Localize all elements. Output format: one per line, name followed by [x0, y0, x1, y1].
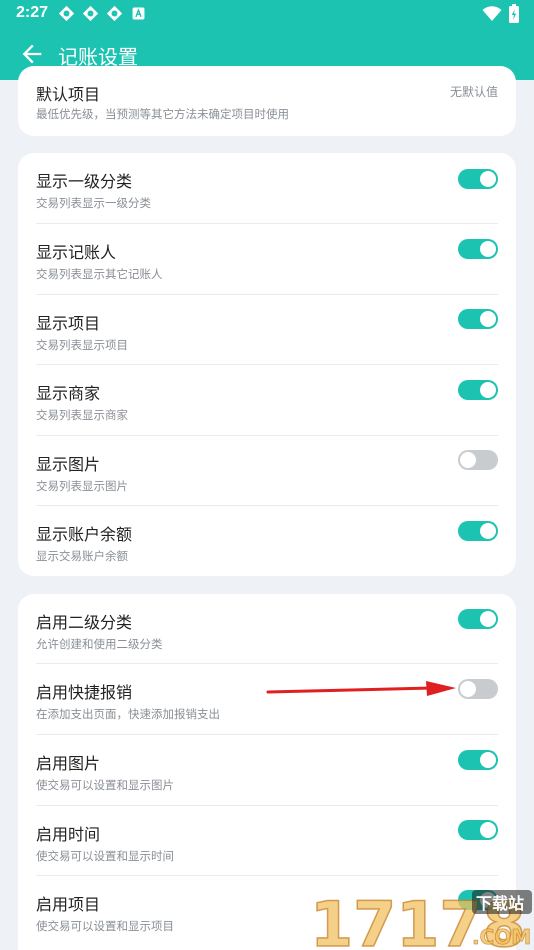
setting-title: 默认项目: [36, 85, 101, 104]
setting-row-enable-time[interactable]: 启用时间 使交易可以设置和显示时间: [18, 806, 516, 876]
setting-subtitle: 使交易可以设置和显示项目: [36, 919, 174, 933]
setting-title: 显示图片: [36, 455, 101, 474]
setting-value: 无默认值: [449, 85, 498, 99]
toggle-switch[interactable]: [458, 820, 498, 840]
app-notification-icon: [82, 5, 99, 22]
switch-knob: [480, 171, 496, 187]
back-arrow-icon[interactable]: [18, 40, 46, 68]
setting-title: 显示记账人: [36, 243, 117, 262]
setting-title: 显示一级分类: [36, 172, 133, 191]
setting-row-enable-subcategory[interactable]: 启用二级分类 允许创建和使用二级分类: [18, 594, 516, 664]
setting-title: 启用二级分类: [36, 613, 133, 632]
toggle-switch[interactable]: [458, 609, 498, 629]
setting-subtitle: 交易列表显示其它记账人: [36, 267, 163, 281]
toggle-switch[interactable]: [458, 521, 498, 541]
svg-text:下载站: 下载站: [476, 894, 524, 913]
setting-subtitle: 显示交易账户余额: [36, 549, 128, 563]
setting-subtitle: 交易列表显示图片: [36, 479, 128, 493]
switch-knob: [480, 611, 496, 627]
app-notification-icon: [58, 5, 75, 22]
setting-title: 显示项目: [36, 314, 101, 333]
switch-knob: [480, 311, 496, 327]
battery-icon: [509, 4, 519, 23]
setting-row-default-project[interactable]: 默认项目 最低优先级，当预测等其它方法未确定项目时使用 无默认值: [18, 66, 516, 136]
setting-title: 启用图片: [36, 754, 101, 773]
status-bar: 2:27: [0, 0, 534, 28]
default-project-card: 默认项目 最低优先级，当预测等其它方法未确定项目时使用 无默认值: [18, 66, 516, 136]
setting-row-show-bookkeeper[interactable]: 显示记账人 交易列表显示其它记账人: [18, 224, 516, 294]
wifi-icon: [482, 6, 502, 21]
setting-subtitle: 使交易可以设置和显示时间: [36, 849, 174, 863]
setting-subtitle: 允许创建和使用二级分类: [36, 637, 163, 651]
setting-title: 启用快捷报销: [36, 683, 133, 702]
annotation-arrow-icon: [266, 681, 456, 696]
svg-text:.COM: .COM: [472, 925, 531, 949]
setting-title: 启用时间: [36, 825, 101, 844]
setting-title: 显示账户余额: [36, 525, 133, 544]
setting-row-show-balance[interactable]: 显示账户余额 显示交易账户余额: [18, 506, 516, 576]
toggle-switch[interactable]: [458, 750, 498, 770]
switch-knob: [480, 382, 496, 398]
setting-row-show-category[interactable]: 显示一级分类 交易列表显示一级分类: [18, 153, 516, 223]
switch-knob: [480, 523, 496, 539]
setting-subtitle: 交易列表显示商家: [36, 408, 128, 422]
status-right-icons: [482, 4, 520, 24]
setting-subtitle: 最低优先级，当预测等其它方法未确定项目时使用: [36, 107, 289, 121]
switch-knob: [480, 752, 496, 768]
setting-subtitle: 交易列表显示项目: [36, 338, 128, 352]
switch-knob: [480, 241, 496, 257]
setting-row-show-project[interactable]: 显示项目 交易列表显示项目: [18, 295, 516, 365]
switch-knob: [460, 681, 476, 697]
setting-title: 启用项目: [36, 895, 101, 914]
toggle-switch[interactable]: [458, 239, 498, 259]
setting-row-enable-image[interactable]: 启用图片 使交易可以设置和显示图片: [18, 735, 516, 805]
setting-title: 显示商家: [36, 384, 101, 403]
toggle-switch[interactable]: [458, 309, 498, 329]
app-notification-icon: [106, 5, 123, 22]
notification-icons: [58, 5, 147, 22]
toggle-switch[interactable]: [458, 380, 498, 400]
display-settings-card: 显示一级分类 交易列表显示一级分类 显示记账人 交易列表显示其它记账人 显示项目…: [18, 153, 516, 576]
setting-row-show-merchant[interactable]: 显示商家 交易列表显示商家: [18, 365, 516, 435]
setting-subtitle: 使交易可以设置和显示图片: [36, 778, 174, 792]
a-notification-icon: [132, 7, 145, 20]
setting-subtitle: 在添加支出页面，快速添加报销支出: [36, 707, 220, 721]
switch-knob: [480, 822, 496, 838]
toggle-switch[interactable]: [458, 679, 498, 699]
status-time: 2:27: [16, 4, 49, 21]
toggle-switch[interactable]: [458, 169, 498, 189]
setting-subtitle: 交易列表显示一级分类: [36, 196, 151, 210]
site-watermark-logo: 17178 下载站 .COM: [309, 887, 532, 950]
setting-row-show-image[interactable]: 显示图片 交易列表显示图片: [18, 436, 516, 506]
toggle-switch[interactable]: [458, 450, 498, 470]
switch-knob: [460, 452, 476, 468]
